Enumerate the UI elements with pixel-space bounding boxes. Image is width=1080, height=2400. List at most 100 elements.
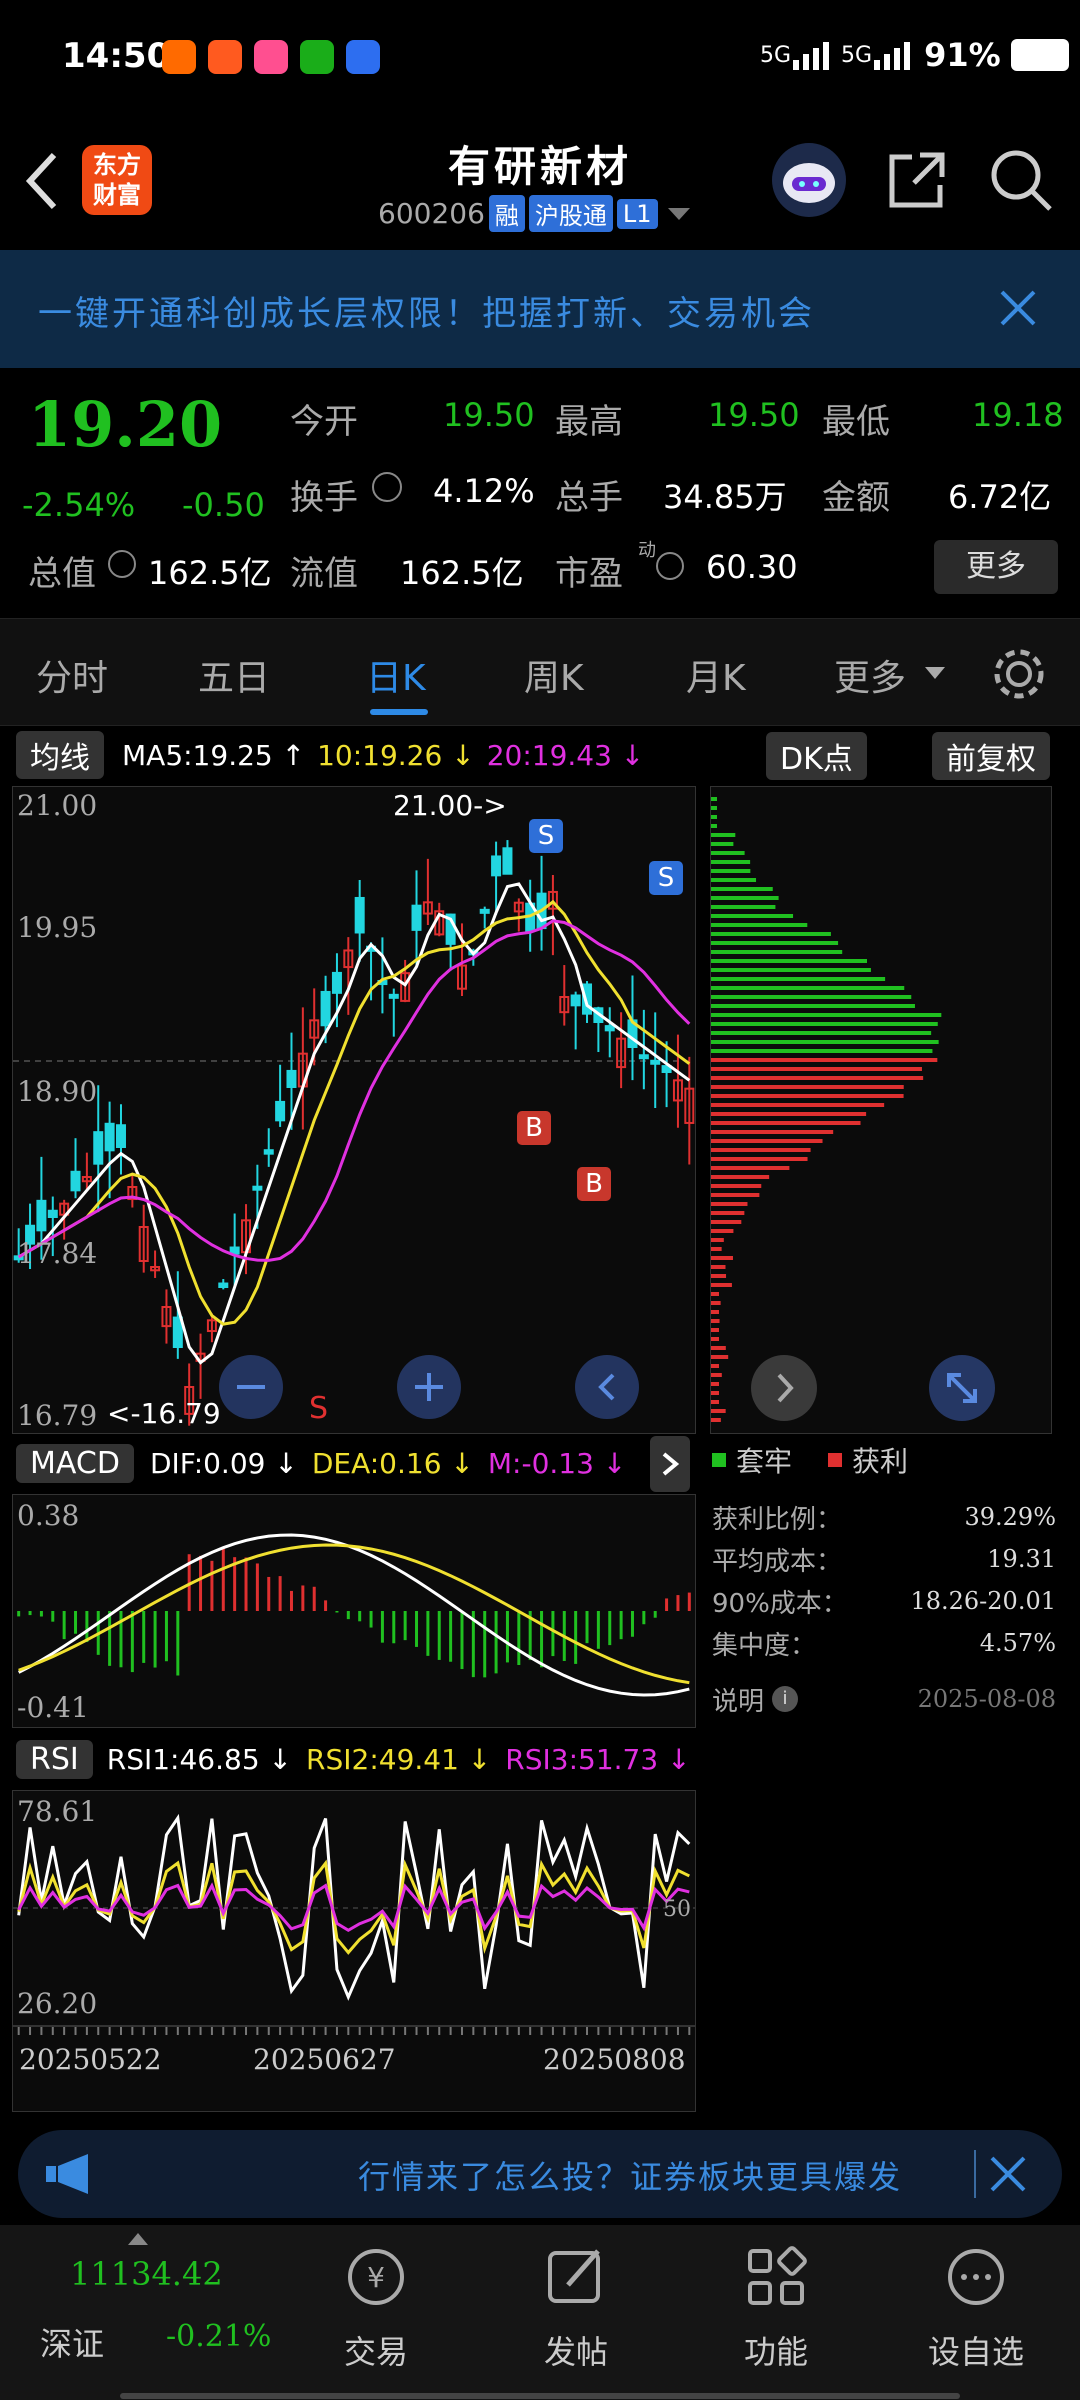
ma20-value: 20:19.43 ↓ — [486, 738, 645, 772]
tab-weekly-k[interactable]: 周K — [524, 649, 584, 701]
clock: 14:50 — [62, 36, 171, 76]
tab-intraday[interactable]: 分时 — [36, 649, 108, 701]
tab-more[interactable]: 更多 — [834, 649, 906, 701]
info-icon[interactable] — [372, 472, 402, 502]
chip-bar — [711, 1103, 885, 1107]
nav-post[interactable]: 发帖 — [476, 2245, 676, 2373]
candle-body — [502, 847, 513, 875]
macd-chart[interactable]: 0.38 -0.41 — [12, 1494, 696, 1728]
nav-functions[interactable]: 功能 — [676, 2245, 876, 2373]
mktcap-label: 总值 — [28, 554, 96, 594]
ma-selector-button[interactable]: 均线 — [16, 731, 104, 779]
info-icon[interactable] — [108, 550, 136, 578]
buy-signal-badge[interactable]: B — [517, 1111, 551, 1145]
stock-code-line[interactable]: 600206 融 沪股通 L1 — [378, 195, 692, 232]
chip-bar — [711, 1040, 939, 1044]
buy-signal-badge[interactable]: B — [577, 1167, 611, 1201]
kline-chart[interactable]: 21.00 19.95 18.90 17.84 16.79 21.00-> <-… — [12, 786, 696, 1434]
battery-level: 91% — [924, 36, 1001, 74]
chip-bar — [711, 1013, 942, 1017]
grid-icon — [748, 2246, 807, 2305]
plus-icon — [415, 1373, 443, 1401]
index-value: 11134.42 — [70, 2255, 223, 2293]
tab-monthly-k[interactable]: 月K — [686, 649, 746, 701]
dea-line — [18, 1543, 690, 1685]
quote-panel: 19.20 -2.54% -0.50 今开 19.50 最高 19.50 最低 … — [0, 368, 1080, 618]
open-value: 19.50 — [443, 396, 535, 434]
candle-body — [331, 971, 342, 994]
chip-bar — [711, 1175, 770, 1179]
chip-bar — [711, 815, 717, 819]
gesture-bar — [120, 2393, 960, 2399]
expand-icon — [947, 1373, 977, 1403]
chip-bar — [711, 1004, 915, 1008]
chip-bar — [711, 1166, 790, 1170]
explain-link[interactable]: 说明 — [712, 1681, 764, 1718]
change-percent: -2.54% — [22, 486, 136, 524]
chevron-right-icon — [777, 1373, 794, 1403]
zoom-out-button[interactable] — [219, 1355, 283, 1419]
info-icon[interactable]: i — [772, 1686, 799, 1712]
date-label: 20250627 — [253, 2043, 396, 2076]
nav-add-watchlist[interactable]: 设自选 — [876, 2245, 1076, 2373]
adjust-mode-button[interactable]: 前复权 — [932, 732, 1050, 780]
sell-signal-badge[interactable]: S — [649, 861, 683, 895]
volume-label: 总手 — [555, 478, 623, 518]
chip-bar — [711, 1076, 924, 1080]
scroll-left-button[interactable] — [575, 1355, 639, 1419]
candle-body — [115, 1124, 126, 1149]
status-bar: 14:50 5G 5G 91% — [0, 0, 1080, 110]
close-icon[interactable] — [998, 288, 1038, 328]
dk-point-button[interactable]: DK点 — [766, 732, 867, 780]
ma5-value: MA5:19.25 ↑ — [122, 738, 306, 772]
zoom-in-button[interactable] — [397, 1355, 461, 1419]
indicator-next-button[interactable] — [650, 1436, 690, 1492]
share-icon[interactable] — [886, 149, 948, 211]
chip-row: 90%成本： 18.26-20.01 — [712, 1587, 1056, 1619]
signal-label: 5G — [841, 42, 873, 68]
open-label: 今开 — [290, 402, 358, 442]
tab-five-day[interactable]: 五日 — [198, 649, 270, 701]
promo-banner[interactable]: 一键开通科创成长层权限！把握打新、交易机会 — [0, 250, 1080, 368]
chip-bar — [711, 932, 831, 936]
index-change: -0.21% — [166, 2319, 272, 2354]
chip-note-row[interactable]: 说明 i 2025-08-08 — [712, 1674, 1056, 1724]
expand-button[interactable] — [929, 1355, 995, 1421]
chip-date: 2025-08-08 — [917, 1685, 1056, 1713]
close-icon[interactable] — [988, 2154, 1028, 2194]
next-button[interactable] — [751, 1355, 817, 1421]
amount-value: 6.72亿 — [948, 478, 1052, 516]
y-axis-label: 18.90 — [17, 1075, 98, 1108]
gear-icon[interactable] — [990, 645, 1048, 703]
search-icon[interactable] — [988, 147, 1054, 213]
robot-assistant-icon[interactable] — [772, 143, 846, 217]
sell-marker: S — [309, 1391, 329, 1426]
tab-daily-k[interactable]: 日K — [366, 649, 426, 701]
sell-signal-badge[interactable]: S — [529, 819, 563, 853]
info-icon[interactable] — [656, 552, 684, 580]
chip-bar — [711, 1130, 834, 1134]
chip-info-panel: 套牢 获利 获利比例： 39.29% 平均成本： 19.31 90%成本： 18.26… — [712, 1438, 1056, 1718]
more-button[interactable]: 更多 — [934, 540, 1058, 594]
candle-body — [36, 1199, 47, 1232]
macd-canvas — [17, 1533, 691, 1697]
macd-selector-button[interactable]: MACD — [16, 1443, 134, 1483]
chip-distribution-chart[interactable] — [710, 786, 1052, 1434]
dea-value: DEA:0.16 ↓ — [311, 1446, 474, 1480]
rsi-selector-button[interactable]: RSI — [16, 1739, 93, 1779]
macd-m-value: M:-0.13 ↓ — [487, 1446, 627, 1480]
chip-bar — [711, 1373, 722, 1377]
kline-canvas — [13, 840, 695, 1426]
rsi-chart[interactable]: 78.61 26.20 50 — [12, 1790, 696, 2026]
index-ticker[interactable]: 11134.42 深证 -0.21% — [0, 2225, 272, 2400]
notification-icons — [162, 40, 392, 74]
y-axis-label: 19.95 — [17, 911, 98, 944]
chip-bar — [711, 1328, 719, 1332]
candle-body — [411, 904, 422, 931]
news-ticker[interactable]: 行情来了怎么投？证券板块更具爆发 — [18, 2130, 1062, 2218]
active-tab-indicator — [370, 709, 428, 715]
legend-swatch — [828, 1453, 843, 1467]
nav-trade[interactable]: ¥ 交易 — [276, 2245, 476, 2373]
chip-legend: 套牢 获利 — [712, 1438, 1056, 1482]
float-value: 162.5亿 — [400, 554, 524, 592]
